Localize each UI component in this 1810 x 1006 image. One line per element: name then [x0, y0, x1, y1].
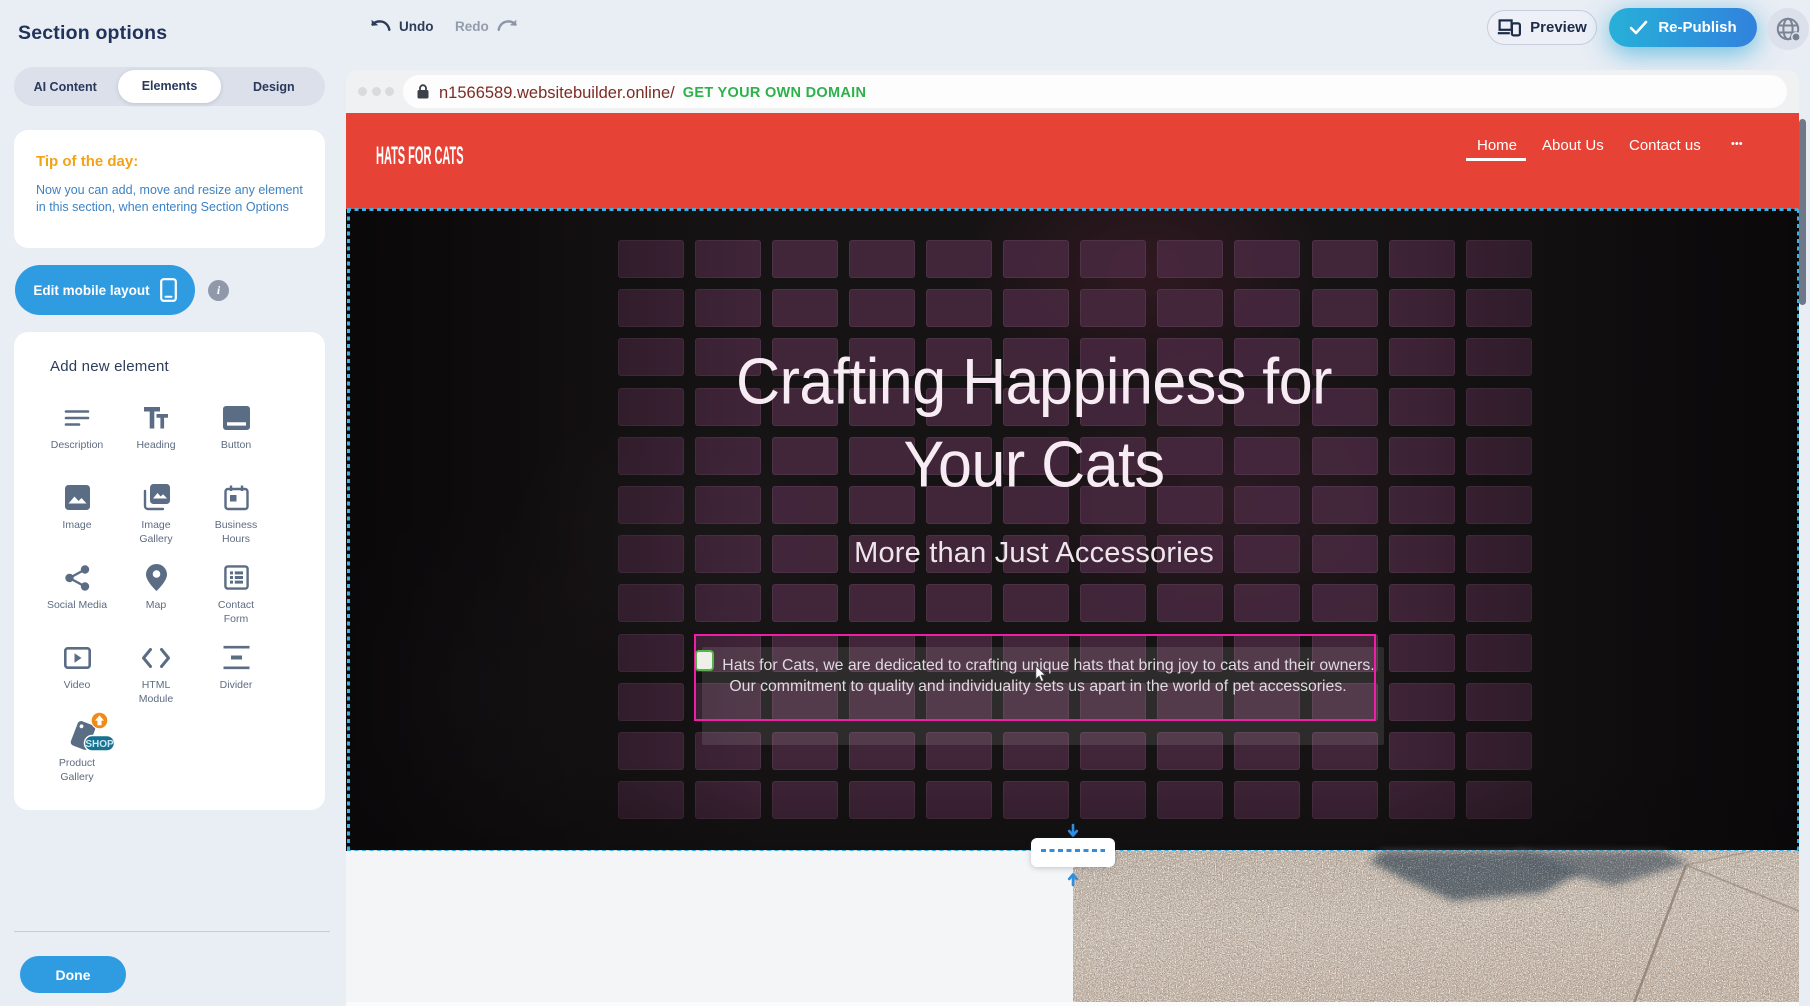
- svg-text:SHOP: SHOP: [85, 739, 114, 750]
